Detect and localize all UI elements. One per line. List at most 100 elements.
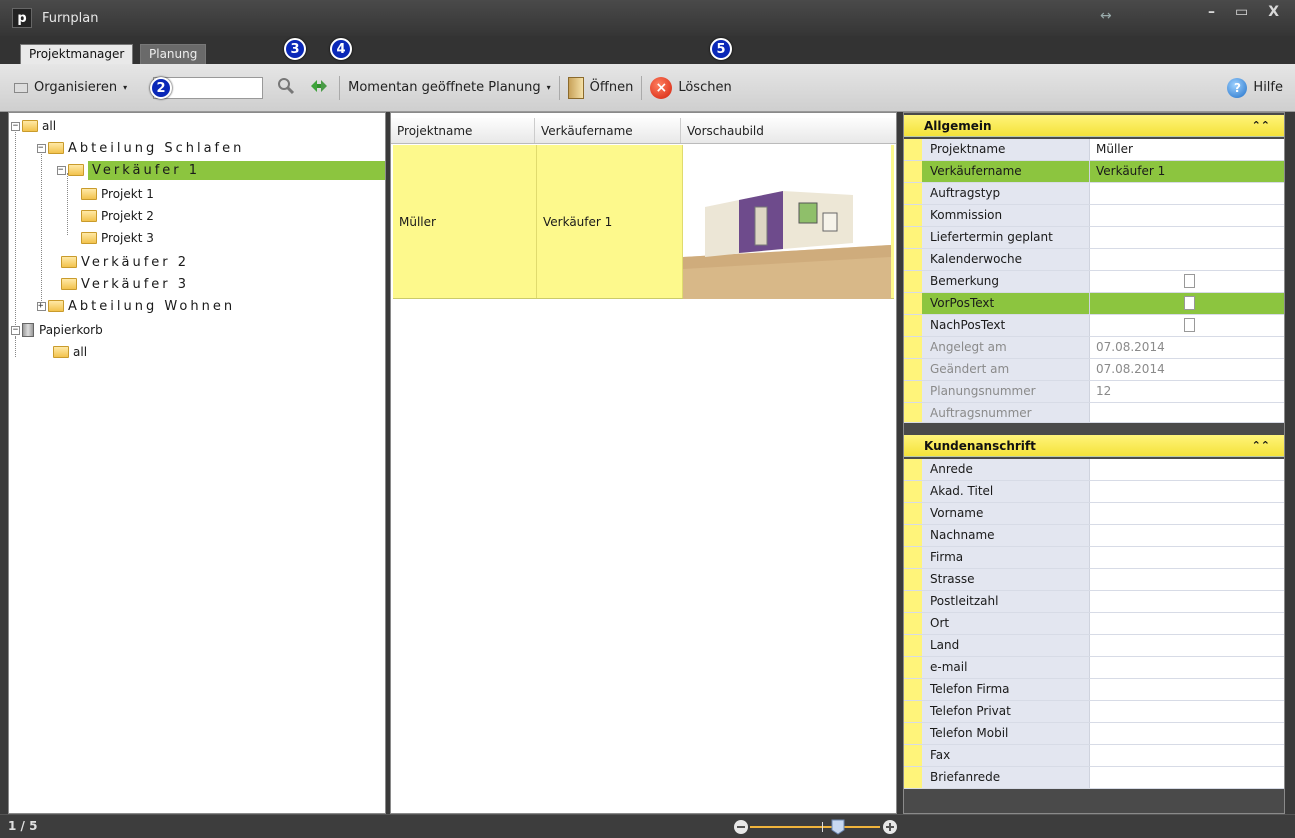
tree-node-trash-all[interactable]: all xyxy=(53,341,87,363)
column-header-verkaeufername[interactable]: Verkäufername xyxy=(535,118,681,143)
tree-node-abteilung-wohnen[interactable]: + Abteilung Wohnen xyxy=(37,295,235,317)
open-planning-menu[interactable]: Momentan geöffnete Planung ▾ xyxy=(348,80,551,95)
column-header-vorschaubild[interactable]: Vorschaubild xyxy=(681,118,894,143)
annotation-badge-2: 2 xyxy=(150,77,172,99)
help-label: Hilfe xyxy=(1253,80,1283,95)
tree-node-projekt-2[interactable]: Projekt 2 xyxy=(81,205,154,227)
tree-node-projekt-3[interactable]: Projekt 3 xyxy=(81,227,154,249)
property-row[interactable]: Ort xyxy=(904,613,1284,635)
property-row[interactable]: e-mail xyxy=(904,657,1284,679)
tree-node-papierkorb[interactable]: − Papierkorb xyxy=(11,319,103,341)
tree-node-label: Abteilung Schlafen xyxy=(68,140,245,156)
organize-icon xyxy=(14,82,28,93)
tree-node-label: Verkäufer 3 xyxy=(81,276,190,292)
collapse-icon[interactable]: − xyxy=(37,143,46,153)
property-row-verkaeufername[interactable]: Verkäufername Verkäufer 1 xyxy=(904,161,1284,183)
document-icon[interactable] xyxy=(1184,318,1195,332)
property-row-angelegt-am: Angelegt am 07.08.2014 xyxy=(904,337,1284,359)
tree-node-label: all xyxy=(73,345,88,359)
property-row-nachpostext[interactable]: NachPosText xyxy=(904,315,1284,337)
collapse-up-icon[interactable]: ⌃⌃ xyxy=(1252,119,1270,132)
document-icon[interactable] xyxy=(1184,274,1195,288)
property-row[interactable]: Vorname xyxy=(904,503,1284,525)
zoom-slider[interactable] xyxy=(732,818,900,836)
cell-projektname: Müller xyxy=(393,145,537,298)
resize-icon[interactable]: ↔ xyxy=(1100,8,1112,24)
property-row-liefertermin[interactable]: Liefertermin geplant xyxy=(904,227,1284,249)
group-header-allgemein[interactable]: Allgemein ⌃⌃ xyxy=(904,115,1284,137)
property-row[interactable]: Anrede xyxy=(904,459,1284,481)
column-header-projektname[interactable]: Projektname xyxy=(391,118,535,143)
property-row-kommission[interactable]: Kommission xyxy=(904,205,1284,227)
delete-button[interactable]: × Löschen xyxy=(650,76,732,99)
property-row[interactable]: Nachname xyxy=(904,525,1284,547)
tree-node-verkaeufer-2[interactable]: Verkäufer 2 xyxy=(61,251,189,273)
expand-icon[interactable]: + xyxy=(37,301,46,311)
tree-node-abteilung-schlafen[interactable]: − Abteilung Schlafen xyxy=(37,137,244,159)
tab-projektmanager[interactable]: Projektmanager xyxy=(20,44,134,66)
property-row-bemerkung[interactable]: Bemerkung xyxy=(904,271,1284,293)
refresh-icon[interactable] xyxy=(307,76,331,99)
property-row-auftragstyp[interactable]: Auftragstyp xyxy=(904,183,1284,205)
annotation-badge-5: 5 xyxy=(710,38,732,60)
collapse-icon[interactable]: − xyxy=(11,325,20,335)
tree-node-verkaeufer-3[interactable]: Verkäufer 3 xyxy=(61,273,189,295)
minimize-button[interactable]: – xyxy=(1208,4,1215,20)
separator xyxy=(558,75,560,100)
tree-node-label: all xyxy=(42,119,57,133)
tree-node-label: Abteilung Wohnen xyxy=(68,298,236,314)
tab-planung[interactable]: Planung xyxy=(140,44,207,66)
tree-node-projekt-1[interactable]: Projekt 1 xyxy=(81,183,154,205)
tree-node-label: Projekt 1 xyxy=(101,187,154,201)
delete-icon: × xyxy=(650,76,673,99)
separator xyxy=(339,75,341,100)
property-row[interactable]: Fax xyxy=(904,745,1284,767)
annotation-badge-4: 4 xyxy=(330,38,352,60)
grid-header: Projektname Verkäufername Vorschaubild xyxy=(391,118,896,144)
project-grid: Projektname Verkäufername Vorschaubild M… xyxy=(390,112,897,814)
folder-icon xyxy=(61,256,77,268)
maximize-button[interactable]: ▭ xyxy=(1235,4,1248,20)
tree-node-label: Projekt 3 xyxy=(101,231,154,245)
open-button[interactable]: Öffnen xyxy=(567,76,633,99)
folder-icon xyxy=(48,142,64,154)
group-title: Allgemein xyxy=(924,118,992,133)
property-row[interactable]: Telefon Privat xyxy=(904,701,1284,723)
annotation-badge-3: 3 xyxy=(284,38,306,60)
collapse-icon[interactable]: − xyxy=(11,121,20,131)
property-row-vorpostext[interactable]: VorPosText xyxy=(904,293,1284,315)
properties-panel: Allgemein ⌃⌃ Projektname Müller Verkäufer… xyxy=(903,112,1285,814)
close-button[interactable]: X xyxy=(1268,4,1279,20)
property-row[interactable]: Postleitzahl xyxy=(904,591,1284,613)
document-icon[interactable] xyxy=(1184,296,1195,310)
property-row-projektname[interactable]: Projektname Müller xyxy=(904,139,1284,161)
cell-verkaeufername: Verkäufer 1 xyxy=(537,145,683,298)
property-row[interactable]: Telefon Mobil xyxy=(904,723,1284,745)
tree-node-verkaeufer-1[interactable]: − Verkäufer 1 xyxy=(57,159,385,181)
property-row[interactable]: Firma xyxy=(904,547,1284,569)
collapse-up-icon[interactable]: ⌃⌃ xyxy=(1252,439,1270,452)
collapse-icon[interactable]: − xyxy=(57,165,66,175)
table-row[interactable]: Müller Verkäufer 1 xyxy=(393,145,894,299)
organize-label: Organisieren xyxy=(34,80,118,95)
property-row[interactable]: Strasse xyxy=(904,569,1284,591)
property-row[interactable]: Akad. Titel xyxy=(904,481,1284,503)
separator xyxy=(641,75,643,100)
folder-icon xyxy=(22,120,38,132)
tree-node-all[interactable]: − all xyxy=(11,115,56,137)
help-button[interactable]: ? Hilfe xyxy=(1227,77,1283,98)
status-bar: 1 / 5 xyxy=(0,814,1295,838)
property-row-kalenderwoche[interactable]: Kalenderwoche xyxy=(904,249,1284,271)
property-row[interactable]: Land xyxy=(904,635,1284,657)
group-header-kundenanschrift[interactable]: Kundenanschrift ⌃⌃ xyxy=(904,435,1284,457)
tree-node-label: Projekt 2 xyxy=(101,209,154,223)
organize-menu[interactable]: Organisieren ▾ xyxy=(14,80,127,95)
tree-node-label: Verkäufer 1 xyxy=(88,160,385,180)
property-row[interactable]: Telefon Firma xyxy=(904,679,1284,701)
folder-icon xyxy=(68,164,84,176)
preview-thumbnail xyxy=(683,145,891,299)
search-icon[interactable] xyxy=(277,77,295,98)
app-logo-icon: p xyxy=(12,8,32,28)
chevron-down-icon: ▾ xyxy=(123,83,128,92)
property-row[interactable]: Briefanrede xyxy=(904,767,1284,789)
